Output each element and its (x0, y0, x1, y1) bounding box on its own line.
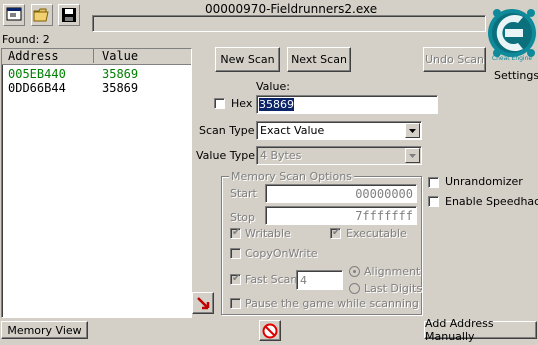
memory-scan-options-title: Memory Scan Options (229, 170, 354, 183)
fast-scan-input[interactable]: 4 (296, 270, 343, 290)
open-process-button[interactable] (3, 4, 25, 26)
executable-checkbox[interactable]: ✔ (330, 227, 341, 239)
row-value: 35869 (102, 81, 139, 95)
unrandomizer-checkbox[interactable] (428, 177, 439, 188)
stop-address-value: 7fffffff (355, 209, 413, 223)
memory-view-button[interactable]: Memory View (1, 321, 88, 339)
row-value: 35869 (102, 67, 139, 81)
hex-checkbox[interactable] (214, 98, 225, 109)
pointer-arrow-icon (197, 297, 210, 310)
alignment-label: Alignment (364, 265, 421, 278)
value-input[interactable]: 35869 (256, 95, 438, 114)
scan-type-select[interactable]: Exact Value (256, 121, 422, 140)
found-count: Found: 2 (2, 33, 50, 46)
start-address-value: 00000000 (355, 187, 413, 201)
value-label: Value: (256, 80, 290, 93)
pause-game-label: Pause the game while scanning (245, 297, 419, 310)
undo-scan-button[interactable]: Undo Scan (423, 47, 486, 72)
row-address: 005EB440 (8, 67, 66, 81)
last-digits-radio[interactable] (349, 283, 360, 294)
results-header: Address Value (2, 49, 191, 65)
pointer-scan-button[interactable] (192, 292, 214, 314)
save-disk-icon (62, 8, 76, 22)
stop-address-input[interactable]: 7fffffff (265, 206, 417, 225)
scan-type-label: Scan Type (199, 124, 255, 137)
scan-type-value: Exact Value (260, 124, 325, 137)
value-type-label: Value Type (196, 149, 255, 162)
start-label: Start (230, 187, 257, 200)
writable-checkbox[interactable]: ✔ (230, 227, 241, 239)
progress-bar (92, 15, 486, 32)
fast-scan-value: 4 (300, 274, 307, 287)
value-input-text: 35869 (259, 98, 294, 111)
process-title: 00000970-Fieldrunners2.exe (205, 2, 378, 16)
start-address-input[interactable]: 00000000 (265, 184, 417, 203)
settings-link[interactable]: Settings (494, 69, 538, 82)
cheat-engine-logo-icon[interactable]: Cheat Engine (487, 5, 537, 65)
chevron-down-icon (405, 148, 420, 163)
unrandomizer-label: Unrandomizer (445, 175, 523, 188)
alignment-radio[interactable] (349, 266, 360, 277)
chevron-down-icon (405, 123, 420, 138)
table-row[interactable]: 005EB440 35869 (2, 67, 191, 81)
pause-game-checkbox[interactable] (230, 298, 241, 309)
new-scan-button[interactable]: New Scan (215, 47, 280, 72)
next-scan-button[interactable]: Next Scan (287, 47, 351, 72)
writable-label: Writable (245, 227, 291, 240)
last-digits-label: Last Digits (364, 282, 423, 295)
results-list[interactable]: Address Value 005EB440 35869 0DD66B44 35… (1, 48, 192, 318)
stop-label: Stop (230, 211, 256, 224)
copy-on-write-checkbox[interactable] (230, 248, 241, 259)
fast-scan-checkbox[interactable]: ✔ (230, 273, 241, 285)
value-type-select[interactable]: 4 Bytes (256, 146, 422, 165)
row-address: 0DD66B44 (8, 81, 66, 95)
open-folder-icon (33, 8, 49, 22)
stop-sign-icon (262, 323, 278, 338)
stop-button[interactable] (259, 320, 281, 341)
value-type-value: 4 Bytes (260, 149, 302, 162)
column-header-value[interactable]: Value (95, 49, 190, 63)
copy-on-write-label: CopyOnWrite (245, 247, 318, 260)
speedhack-label: Enable Speedhack (445, 195, 538, 208)
svg-text:Cheat Engine: Cheat Engine (492, 55, 532, 62)
save-button[interactable] (58, 4, 80, 26)
process-select-icon (6, 7, 22, 21)
table-row[interactable]: 0DD66B44 35869 (2, 81, 191, 95)
open-file-button[interactable] (31, 4, 53, 26)
fast-scan-label: Fast Scan (245, 273, 298, 286)
speedhack-checkbox[interactable] (428, 196, 439, 207)
executable-label: Executable (346, 227, 407, 240)
hex-label: Hex (231, 97, 253, 110)
column-header-address[interactable]: Address (2, 49, 94, 63)
add-address-manually-button[interactable]: Add Address Manually (424, 317, 537, 343)
